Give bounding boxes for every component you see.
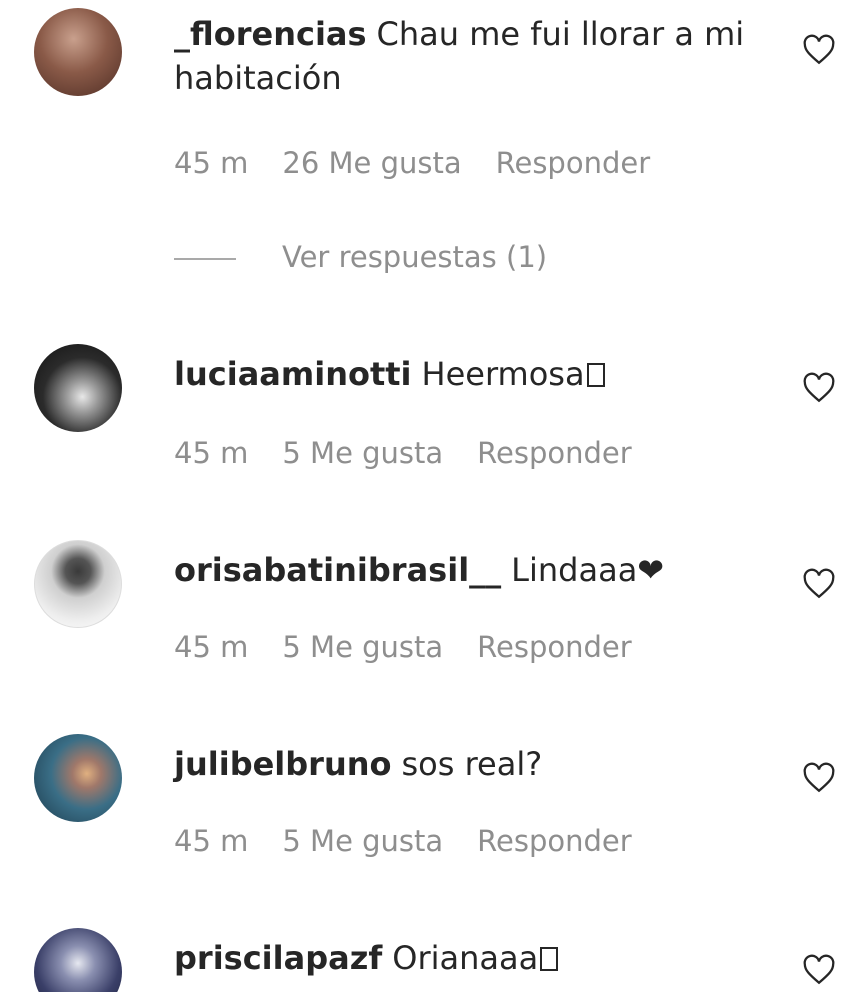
comment-username[interactable]: orisabatinibrasil__ bbox=[174, 551, 501, 589]
avatar[interactable] bbox=[34, 8, 122, 96]
avatar[interactable] bbox=[34, 540, 122, 628]
comment-meta: 45 m 5 Me gusta Responder bbox=[174, 436, 666, 470]
view-replies-label[interactable]: Ver respuestas (1) bbox=[282, 240, 547, 274]
heart-icon[interactable] bbox=[802, 568, 836, 600]
comment-text: Orianaaa bbox=[392, 939, 539, 977]
comment-meta: 45 m 5 Me gusta Responder bbox=[174, 630, 666, 664]
comment-time: 45 m bbox=[174, 824, 249, 858]
comment-time: 45 m bbox=[174, 146, 249, 180]
comment-text-block: _florencias Chau me fui llorar a mi habit… bbox=[174, 12, 774, 100]
comment-username[interactable]: priscilapazf bbox=[174, 939, 382, 977]
reply-button[interactable]: Responder bbox=[477, 824, 632, 858]
comment-text-block: luciaaminotti Heermosa bbox=[174, 352, 774, 396]
avatar[interactable] bbox=[34, 734, 122, 822]
comment-meta: 45 m 5 Me gusta Responder bbox=[174, 824, 666, 858]
view-replies-button[interactable]: Ver respuestas (1) bbox=[174, 240, 547, 274]
missing-glyph-icon bbox=[540, 947, 559, 971]
heart-icon[interactable] bbox=[802, 762, 836, 794]
heart-icon[interactable] bbox=[802, 954, 836, 986]
heart-icon[interactable] bbox=[802, 372, 836, 404]
comment-meta: 45 m 26 Me gusta Responder bbox=[174, 146, 684, 180]
comment-text: Heermosa bbox=[421, 355, 585, 393]
comment-text-block: priscilapazf Orianaaa bbox=[174, 936, 774, 980]
comment-text-block: orisabatinibrasil__ Lindaaa❤ bbox=[174, 548, 774, 592]
comment-likes[interactable]: 5 Me gusta bbox=[282, 630, 443, 664]
reply-button[interactable]: Responder bbox=[477, 630, 632, 664]
comment-likes[interactable]: 5 Me gusta bbox=[282, 824, 443, 858]
missing-glyph-icon bbox=[586, 363, 605, 387]
reply-button[interactable]: Responder bbox=[496, 146, 651, 180]
avatar[interactable] bbox=[34, 344, 122, 432]
avatar[interactable] bbox=[34, 928, 122, 992]
replies-divider bbox=[174, 258, 236, 260]
comment-username[interactable]: _florencias bbox=[174, 15, 367, 53]
comment-likes[interactable]: 5 Me gusta bbox=[282, 436, 443, 470]
comment-text: sos real? bbox=[401, 745, 543, 783]
comment-username[interactable]: luciaaminotti bbox=[174, 355, 412, 393]
reply-button[interactable]: Responder bbox=[477, 436, 632, 470]
comment-item: priscilapazf Orianaaa bbox=[0, 926, 864, 992]
comment-text: Lindaaa❤ bbox=[511, 551, 665, 589]
comment-likes[interactable]: 26 Me gusta bbox=[282, 146, 461, 180]
comment-username[interactable]: julibelbruno bbox=[174, 745, 392, 783]
heart-icon[interactable] bbox=[802, 34, 836, 66]
comment-time: 45 m bbox=[174, 630, 249, 664]
comment-time: 45 m bbox=[174, 436, 249, 470]
comment-text-block: julibelbruno sos real? bbox=[174, 742, 774, 786]
